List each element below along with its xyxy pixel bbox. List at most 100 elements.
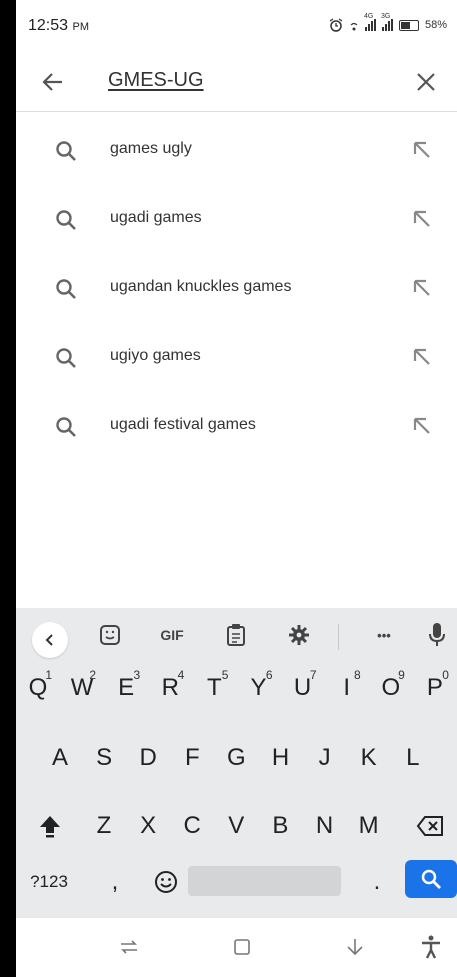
suggestion-text: ugadi festival games — [110, 416, 256, 433]
search-icon — [56, 417, 76, 437]
key-s[interactable]: S — [82, 732, 126, 784]
symbols-key[interactable]: ?123 — [22, 856, 76, 908]
suggestion-item[interactable]: games ugly — [16, 117, 457, 186]
arrow-up-left-icon[interactable] — [409, 275, 435, 301]
key-c[interactable]: C — [170, 800, 214, 852]
key-h[interactable]: H — [259, 732, 303, 784]
battery-percent: 58% — [424, 19, 447, 31]
key-hint: 2 — [89, 668, 97, 682]
key-hint: 6 — [265, 668, 273, 682]
keyboard-toolbar: GIF ••• — [16, 608, 457, 660]
suggestion-item[interactable]: ugadi games — [16, 186, 457, 255]
key-hint: 9 — [398, 668, 405, 682]
key-label: T — [207, 674, 222, 701]
key-m[interactable]: M — [347, 800, 391, 852]
net-4g-label: 4G — [363, 13, 374, 20]
screen: 12:53 PM 4G 3G 58% GMES-UG games ugly ug… — [16, 0, 457, 977]
signal-4g-icon: 4G — [364, 13, 376, 31]
status-bar: 12:53 PM 4G 3G 58% — [16, 0, 457, 52]
clock-ampm: PM — [72, 21, 90, 33]
suggestion-item[interactable]: ugiyo games — [16, 324, 457, 393]
signal-3g-icon: 3G — [381, 13, 393, 31]
key-hint: 0 — [442, 668, 449, 682]
key-hint: 8 — [354, 668, 361, 682]
key-x[interactable]: X — [126, 800, 170, 852]
arrow-up-left-icon[interactable] — [409, 413, 435, 439]
key-label: P — [426, 674, 443, 701]
suggestion-item[interactable]: ugandan knuckles games — [16, 255, 457, 324]
key-z[interactable]: Z — [82, 800, 126, 852]
chevron-left-icon[interactable] — [32, 622, 68, 658]
microphone-icon[interactable] — [422, 620, 452, 650]
emoji-icon[interactable] — [148, 856, 184, 908]
arrow-up-left-icon[interactable] — [409, 206, 435, 232]
key-label: E — [118, 674, 135, 701]
key-o[interactable]: O9 — [369, 662, 413, 714]
toolbar-divider — [338, 624, 339, 650]
battery-icon — [398, 19, 419, 31]
chevron-down-icon[interactable] — [340, 932, 370, 962]
arrow-up-left-icon[interactable] — [409, 137, 435, 163]
shift-key[interactable] — [30, 800, 70, 852]
key-e[interactable]: E3 — [104, 662, 148, 714]
search-icon — [56, 348, 76, 368]
key-label: R — [161, 674, 179, 701]
key-d[interactable]: D — [126, 732, 170, 784]
key-i[interactable]: I8 — [325, 662, 369, 714]
key-label: U — [293, 674, 312, 701]
search-key[interactable] — [405, 860, 457, 898]
arrow-left-icon[interactable] — [38, 67, 68, 97]
period-key[interactable]: . — [362, 856, 392, 908]
key-q[interactable]: Q1 — [16, 662, 60, 714]
key-b[interactable]: B — [258, 800, 302, 852]
suggestion-text: ugadi games — [110, 209, 202, 226]
suggestion-item[interactable]: ugadi festival games — [16, 393, 457, 462]
gif-button[interactable]: GIF — [152, 620, 192, 650]
arrow-up-left-icon[interactable] — [409, 344, 435, 370]
key-t[interactable]: T5 — [192, 662, 236, 714]
key-hint: 4 — [177, 668, 185, 682]
recents-icon[interactable] — [114, 932, 144, 962]
key-k[interactable]: K — [347, 732, 391, 784]
alarm-icon — [329, 18, 343, 32]
status-icons: 4G 3G 58% — [329, 13, 447, 32]
space-key[interactable] — [188, 866, 341, 896]
key-hint: 3 — [133, 668, 141, 682]
key-l[interactable]: L — [391, 732, 435, 784]
status-time: 12:53 PM — [28, 17, 89, 35]
search-icon — [421, 869, 441, 889]
key-g[interactable]: G — [214, 732, 258, 784]
key-n[interactable]: N — [303, 800, 347, 852]
clipboard-icon[interactable] — [221, 620, 251, 650]
accessibility-icon[interactable] — [416, 932, 446, 962]
close-icon[interactable] — [409, 65, 443, 99]
comma-key[interactable]: , — [100, 856, 130, 908]
suggestion-text: ugandan knuckles games — [110, 278, 292, 295]
keyboard: GIF ••• Q1W2E3R4T5Y6U7I8O9P0 ASDFGHJKL Z… — [16, 608, 457, 918]
backspace-icon[interactable] — [410, 800, 450, 852]
key-hint: 1 — [45, 668, 52, 682]
key-w[interactable]: W2 — [60, 662, 104, 714]
key-a[interactable]: A — [38, 732, 82, 784]
suggestion-text: ugiyo games — [110, 347, 201, 364]
key-v[interactable]: V — [214, 800, 258, 852]
key-p[interactable]: P0 — [413, 662, 457, 714]
search-icon — [56, 210, 76, 230]
home-icon[interactable] — [227, 932, 257, 962]
suggestion-text: games ugly — [110, 140, 192, 157]
key-r[interactable]: R4 — [148, 662, 192, 714]
net-3g-label: 3G — [380, 13, 391, 20]
key-f[interactable]: F — [170, 732, 214, 784]
gear-icon[interactable] — [284, 620, 314, 650]
key-label: I — [343, 674, 351, 701]
search-bar: GMES-UG — [16, 55, 457, 112]
key-j[interactable]: J — [303, 732, 347, 784]
search-icon — [56, 279, 76, 299]
key-u[interactable]: U7 — [281, 662, 325, 714]
sticker-icon[interactable] — [95, 620, 125, 650]
search-input[interactable]: GMES-UG — [108, 69, 204, 92]
wifi-icon — [350, 22, 358, 31]
search-icon — [56, 141, 76, 161]
key-y[interactable]: Y6 — [237, 662, 281, 714]
more-button[interactable]: ••• — [366, 620, 402, 650]
